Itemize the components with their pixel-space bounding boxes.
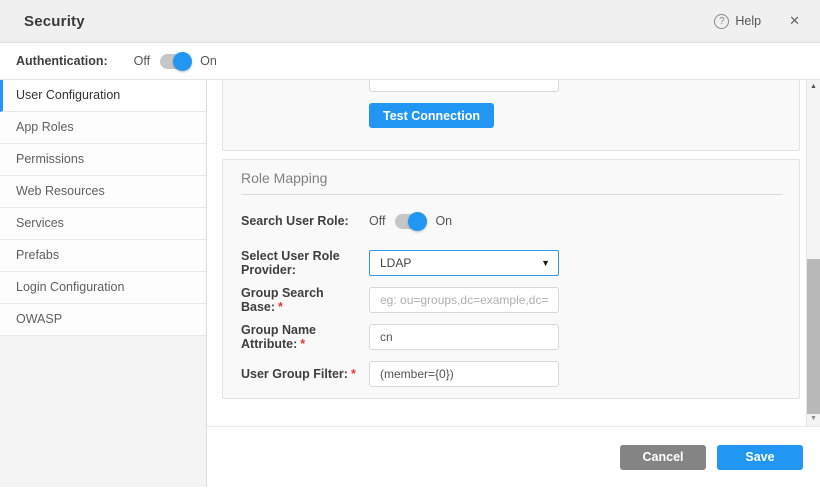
- cancel-button[interactable]: Cancel: [620, 445, 706, 470]
- search-user-role-label: Search User Role:: [241, 214, 369, 228]
- user-group-filter-label: User Group Filter:*: [241, 367, 369, 381]
- group-search-base-label: Group Search Base:*: [241, 286, 369, 314]
- section-divider: [241, 194, 783, 195]
- group-search-base-input[interactable]: [369, 287, 559, 313]
- role-mapping-panel: Role Mapping Search User Role: Off On Se…: [222, 159, 800, 399]
- required-marker: *: [351, 367, 356, 381]
- help-label: Help: [735, 14, 761, 28]
- sidebar-item-user-configuration[interactable]: User Configuration: [0, 80, 206, 112]
- required-marker: *: [300, 337, 305, 351]
- group-name-attribute-input[interactable]: [369, 324, 559, 350]
- connection-panel: Test Connection: [222, 80, 800, 151]
- provider-row: Select User Role Provider: LDAP ▼: [241, 250, 783, 276]
- sidebar-item-login-configuration[interactable]: Login Configuration: [0, 272, 206, 304]
- vertical-scrollbar[interactable]: ▲ ▼: [806, 80, 820, 426]
- sidebar-item-permissions[interactable]: Permissions: [0, 144, 206, 176]
- dialog-header: Security ? Help ✕: [0, 0, 820, 43]
- dialog-footer: Cancel Save: [207, 427, 820, 487]
- provider-selected-value: LDAP: [380, 256, 411, 270]
- search-user-role-off-label: Off: [369, 214, 385, 228]
- scroll-up-icon[interactable]: ▲: [807, 82, 820, 92]
- authentication-on-label: On: [200, 54, 217, 68]
- scroll-viewport: Test Connection Role Mapping Search User…: [207, 80, 820, 426]
- search-user-role-toggle-group: Off On: [369, 214, 452, 229]
- group-search-base-row: Group Search Base:*: [241, 287, 783, 313]
- security-dialog: Security ? Help ✕ Authentication: Off On…: [0, 0, 820, 488]
- search-user-role-on-label: On: [435, 214, 452, 228]
- group-name-attribute-label: Group Name Attribute:*: [241, 323, 369, 351]
- scrolled-field[interactable]: [369, 80, 559, 92]
- header-actions: ? Help ✕: [714, 13, 800, 29]
- toggle-knob: [173, 52, 192, 71]
- user-role-provider-select[interactable]: LDAP ▼: [369, 250, 559, 276]
- page-title: Security: [24, 13, 85, 30]
- search-user-role-toggle[interactable]: [395, 214, 425, 229]
- authentication-row: Authentication: Off On: [0, 43, 820, 80]
- group-name-attribute-row: Group Name Attribute:*: [241, 324, 783, 350]
- sidebar-item-web-resources[interactable]: Web Resources: [0, 176, 206, 208]
- sidebar-item-app-roles[interactable]: App Roles: [0, 112, 206, 144]
- scroll-down-icon[interactable]: ▼: [807, 414, 820, 424]
- help-button[interactable]: ? Help: [714, 14, 761, 29]
- authentication-label: Authentication:: [16, 54, 108, 68]
- scrollbar-thumb[interactable]: [807, 259, 820, 414]
- authentication-toggle[interactable]: [160, 54, 190, 69]
- sidebar-item-services[interactable]: Services: [0, 208, 206, 240]
- help-icon: ?: [714, 14, 729, 29]
- provider-label: Select User Role Provider:: [241, 249, 369, 277]
- close-icon[interactable]: ✕: [789, 13, 800, 29]
- toggle-knob: [408, 212, 427, 231]
- authentication-off-label: Off: [134, 54, 150, 68]
- dropdown-caret-icon: ▼: [541, 258, 550, 268]
- authentication-toggle-group: Off On: [134, 54, 217, 69]
- save-button[interactable]: Save: [717, 445, 803, 470]
- user-group-filter-input[interactable]: [369, 361, 559, 387]
- main-content: Test Connection Role Mapping Search User…: [207, 80, 820, 487]
- search-user-role-row: Search User Role: Off On: [241, 209, 783, 233]
- user-group-filter-row: User Group Filter:*: [241, 361, 783, 387]
- required-marker: *: [278, 300, 283, 314]
- test-connection-button[interactable]: Test Connection: [369, 103, 494, 128]
- sidebar-item-owasp[interactable]: OWASP: [0, 304, 206, 336]
- sidebar-item-prefabs[interactable]: Prefabs: [0, 240, 206, 272]
- sidebar: User Configuration App Roles Permissions…: [0, 80, 207, 487]
- role-mapping-title: Role Mapping: [241, 170, 783, 194]
